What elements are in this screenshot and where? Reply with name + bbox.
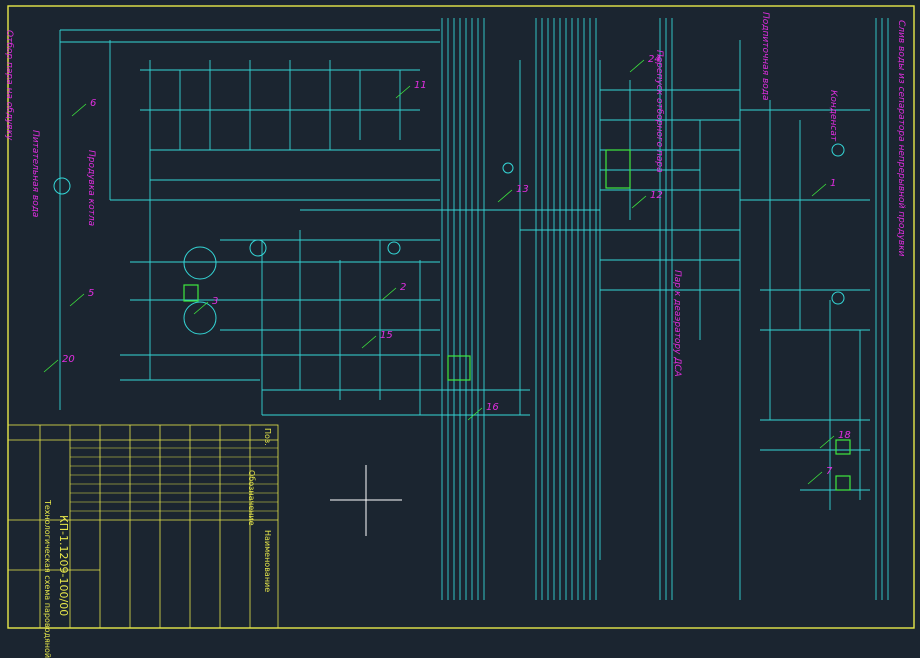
label-blowdown-steam: Отбор пара на обдувку <box>4 30 14 141</box>
heat-exchanger-12 <box>605 149 631 189</box>
pump-4 <box>387 241 401 255</box>
callout-18: 18 <box>838 430 851 441</box>
pump-6 <box>53 177 71 195</box>
drawing-frame <box>7 5 915 629</box>
schematic-canvas <box>7 5 915 629</box>
pump-8 <box>831 291 845 305</box>
label-steam-bypass: Перепуск отборного пара <box>654 50 664 173</box>
pump-5 <box>502 162 514 174</box>
pump-1 <box>183 246 217 280</box>
heat-exchanger-r1 <box>835 439 851 455</box>
title-block-doc-code: КП-1.1209-100/00 <box>57 515 70 617</box>
heat-exchanger-18 <box>447 355 471 381</box>
pump-7 <box>831 143 845 157</box>
callout-16: 16 <box>486 402 499 413</box>
label-boiler-purge: Продувка котла <box>86 150 96 227</box>
title-block-sheet-title: Технологическая схема пароводяной <box>43 500 52 658</box>
label-feed-water: Питательная вода <box>30 130 40 218</box>
callout-leader <box>43 359 59 373</box>
callout-leader <box>381 287 397 301</box>
label-makeup-water: Подпиточная вода <box>760 12 770 101</box>
callout-leader <box>193 301 209 315</box>
callout-leader <box>811 183 827 197</box>
callout-6: 6 <box>90 98 97 109</box>
callout-leader <box>395 85 411 99</box>
pump-group <box>53 143 845 335</box>
callout-12: 12 <box>650 190 663 201</box>
callout-leader <box>71 103 87 117</box>
heat-exchanger-r2 <box>835 475 851 491</box>
title-block-col-designation: Обозначение <box>247 470 256 526</box>
piping-network <box>59 29 870 600</box>
callout-leader <box>629 59 645 73</box>
callout-leader <box>631 195 647 209</box>
callout-11: 11 <box>414 80 427 91</box>
callout-leaders <box>43 59 835 485</box>
title-block-col-name: Наименование <box>263 530 272 593</box>
callout-20: 20 <box>62 354 75 365</box>
equipment-group <box>183 149 851 491</box>
callout-leader <box>819 435 835 449</box>
callout-leader <box>807 471 823 485</box>
label-steam-deaerator: Пар к деаэратору ДСА <box>672 270 682 377</box>
heat-exchanger-5 <box>183 284 199 302</box>
callout-3: 3 <box>212 296 219 307</box>
pump-3 <box>249 239 267 257</box>
callout-13: 13 <box>516 184 529 195</box>
vertical-bus-lines <box>441 18 889 600</box>
callout-leader <box>497 189 513 203</box>
title-block-col-pos: Поз. <box>263 428 272 446</box>
callout-2: 2 <box>400 282 407 293</box>
callout-leader <box>467 407 483 421</box>
label-condensate: Конденсат <box>828 90 838 142</box>
callout-5: 5 <box>88 288 95 299</box>
callout-leader <box>69 293 85 307</box>
callout-7: 7 <box>826 466 833 477</box>
callout-1: 1 <box>830 178 837 189</box>
callout-24: 24 <box>648 54 661 65</box>
crosshair-cursor <box>330 465 402 536</box>
callout-15: 15 <box>380 330 393 341</box>
callout-leader <box>361 335 377 349</box>
label-separator-drain: Слив воды из сепаратора непрерывной прод… <box>896 20 906 257</box>
